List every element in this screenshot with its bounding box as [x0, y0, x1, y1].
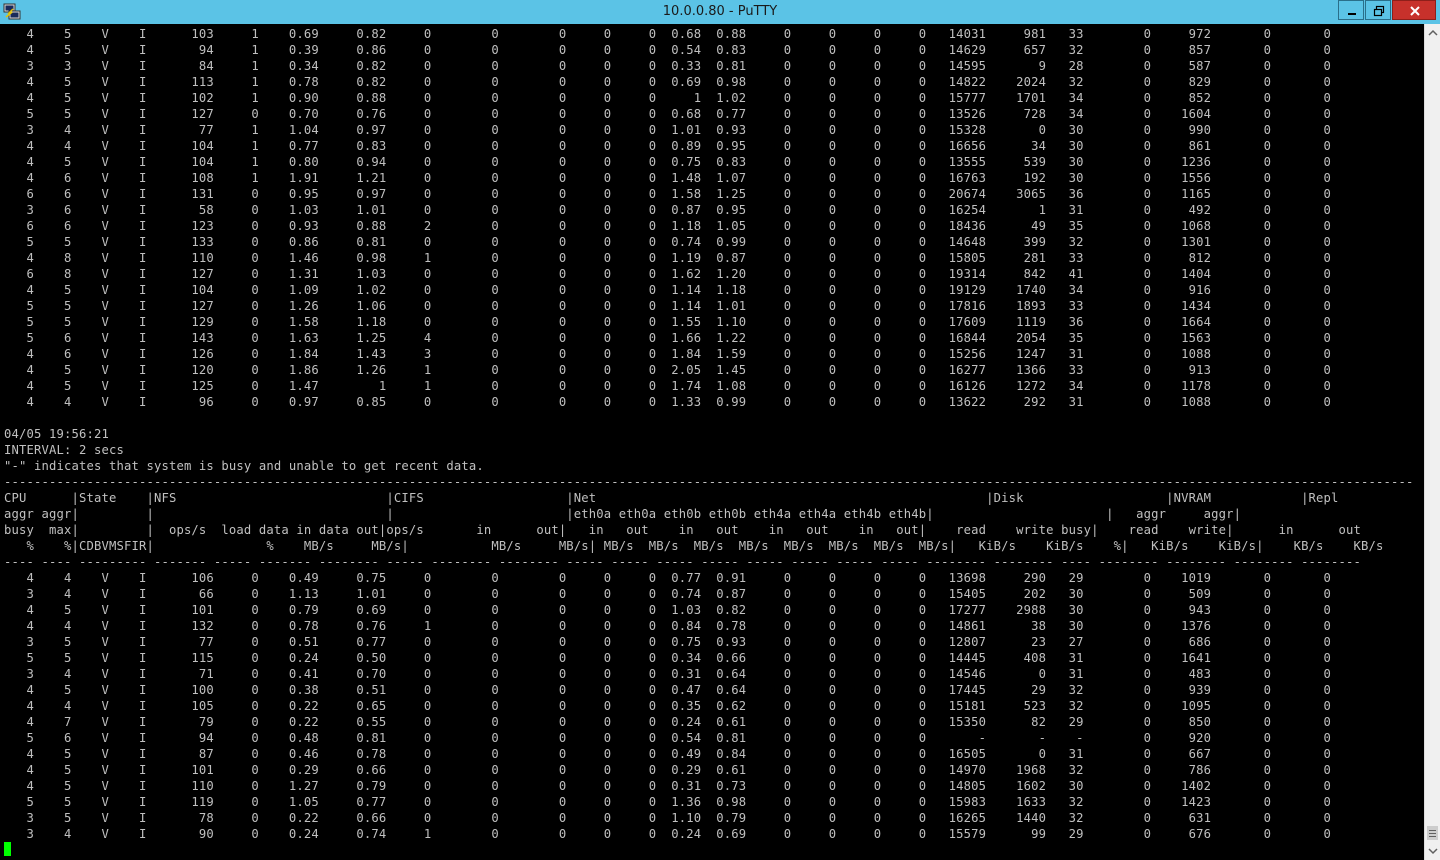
terminal-line: 4 6 V I 126 0 1.84 1.43 3 0 0 0 0 1.84 1… [4, 347, 1332, 361]
terminal-line: 5 5 V I 127 0 1.26 1.06 0 0 0 0 0 1.14 1… [4, 299, 1332, 313]
scroll-up-icon[interactable] [1428, 28, 1438, 38]
terminal-line: 4 6 V I 108 1 1.91 1.21 0 0 0 0 0 1.48 1… [4, 171, 1332, 185]
terminal-line: 4 5 V I 120 0 1.86 1.26 1 0 0 0 0 2.05 1… [4, 363, 1332, 377]
close-icon [1410, 6, 1420, 16]
terminal-line: 3 6 V I 58 0 1.03 1.01 0 0 0 0 0 0.87 0.… [4, 203, 1332, 217]
terminal-line: 4 8 V I 110 0 1.46 0.98 1 0 0 0 0 1.19 0… [4, 251, 1332, 265]
terminal-line: 3 5 V I 78 0 0.22 0.66 0 0 0 0 0 1.10 0.… [4, 811, 1332, 825]
terminal-line: 4 5 V I 125 0 1.47 1 1 0 0 0 0 1.74 1.08… [4, 379, 1332, 393]
terminal-line: 3 5 V I 77 0 0.51 0.77 0 0 0 0 0 0.75 0.… [4, 635, 1332, 649]
terminal-line: 4 4 V I 106 0 0.49 0.75 0 0 0 0 0 0.77 0… [4, 571, 1332, 585]
scroll-thumb[interactable] [1427, 826, 1438, 840]
window-title: 10.0.0.80 - PuTTY [662, 4, 778, 19]
terminal-line: 4 5 V I 101 0 0.79 0.69 0 0 0 0 0 1.03 0… [4, 603, 1332, 617]
terminal-line: 6 6 V I 123 0 0.93 0.88 2 0 0 0 0 1.18 1… [4, 219, 1332, 233]
terminal-line: 3 3 V I 84 1 0.34 0.82 0 0 0 0 0 0.33 0.… [4, 59, 1332, 73]
terminal-line: ---- ---- --------- ------- ----- ------… [4, 555, 1362, 569]
terminal-line: CPU |State |NFS |CIFS |Net |Disk |NVRAM … [4, 491, 1339, 505]
terminal-line: 5 6 V I 143 0 1.63 1.25 4 0 0 0 0 1.66 1… [4, 331, 1332, 345]
minimize-icon [1348, 13, 1356, 15]
scroll-down-icon[interactable] [1428, 846, 1438, 856]
terminal-line: 4 5 V I 113 1 0.78 0.82 0 0 0 0 0 0.69 0… [4, 75, 1332, 89]
close-button[interactable] [1392, 0, 1436, 20]
terminal-line: 4 4 V I 96 0 0.97 0.85 0 0 0 0 0 1.33 0.… [4, 395, 1332, 409]
window-titlebar[interactable]: 10.0.0.80 - PuTTY [0, 0, 1440, 24]
terminal-line: 6 8 V I 127 0 1.31 1.03 0 0 0 0 0 1.62 1… [4, 267, 1332, 281]
terminal-line: busy max| | ops/s load data in data out|… [4, 523, 1362, 537]
terminal-line: 3 4 V I 71 0 0.41 0.70 0 0 0 0 0 0.31 0.… [4, 667, 1332, 681]
terminal-line: 3 4 V I 66 0 1.13 1.01 0 0 0 0 0 0.74 0.… [4, 587, 1332, 601]
restore-button[interactable] [1365, 0, 1391, 20]
terminal-line: INTERVAL: 2 secs [4, 443, 124, 457]
terminal-line: % %|CDBVMSFIR| % MB/s MB/s| MB/s MB/s| M… [4, 539, 1384, 553]
terminal-line: 4 5 V I 87 0 0.46 0.78 0 0 0 0 0 0.49 0.… [4, 747, 1332, 761]
terminal-line: 4 4 V I 105 0 0.22 0.65 0 0 0 0 0 0.35 0… [4, 699, 1332, 713]
terminal-line: 4 5 V I 110 0 1.27 0.79 0 0 0 0 0 0.31 0… [4, 779, 1332, 793]
terminal-line: 5 5 V I 115 0 0.24 0.50 0 0 0 0 0 0.34 0… [4, 651, 1332, 665]
restore-icon [1373, 5, 1385, 17]
terminal-line: aggr aggr| | | |eth0a eth0a eth0b eth0b … [4, 507, 1242, 521]
terminal-output[interactable]: 4 5 V I 103 1 0.69 0.82 0 0 0 0 0 0.68 0… [0, 24, 1424, 860]
terminal-line: 3 4 V I 90 0 0.24 0.74 1 0 0 0 0 0.24 0.… [4, 827, 1332, 841]
terminal-line: 6 6 V I 131 0 0.95 0.97 0 0 0 0 0 1.58 1… [4, 187, 1332, 201]
terminal-line: 4 5 V I 100 0 0.38 0.51 0 0 0 0 0 0.47 0… [4, 683, 1332, 697]
terminal-line: 4 5 V I 101 0 0.29 0.66 0 0 0 0 0 0.29 0… [4, 763, 1332, 777]
terminal-line: 4 5 V I 102 1 0.90 0.88 0 0 0 0 0 1 1.02… [4, 91, 1332, 105]
text-cursor [4, 842, 11, 856]
terminal-line: 4 5 V I 104 0 1.09 1.02 0 0 0 0 0 1.14 1… [4, 283, 1332, 297]
terminal-line: 5 5 V I 129 0 1.58 1.18 0 0 0 0 0 1.55 1… [4, 315, 1332, 329]
terminal-line: 4 7 V I 79 0 0.22 0.55 0 0 0 0 0 0.24 0.… [4, 715, 1332, 729]
terminal-line: 4 4 V I 104 1 0.77 0.83 0 0 0 0 0 0.89 0… [4, 139, 1332, 153]
terminal-line: 04/05 19:56:21 [4, 427, 109, 441]
terminal-line: "-" indicates that system is busy and un… [4, 459, 484, 473]
terminal-line: 5 6 V I 94 0 0.48 0.81 0 0 0 0 0 0.54 0.… [4, 731, 1332, 745]
terminal-line: 5 5 V I 119 0 1.05 0.77 0 0 0 0 0 1.36 0… [4, 795, 1332, 809]
terminal-line: ----------------------------------------… [4, 475, 1414, 489]
terminal-line: 4 5 V I 103 1 0.69 0.82 0 0 0 0 0 0.68 0… [4, 27, 1332, 41]
minimize-button[interactable] [1338, 0, 1364, 20]
terminal-line: 4 5 V I 94 1 0.39 0.86 0 0 0 0 0 0.54 0.… [4, 43, 1332, 57]
vertical-scrollbar[interactable] [1424, 24, 1440, 860]
terminal-line: 5 5 V I 133 0 0.86 0.81 0 0 0 0 0 0.74 0… [4, 235, 1332, 249]
terminal-line: 5 5 V I 127 0 0.70 0.76 0 0 0 0 0 0.68 0… [4, 107, 1332, 121]
terminal-line: 4 5 V I 104 1 0.80 0.94 0 0 0 0 0 0.75 0… [4, 155, 1332, 169]
terminal-line: 4 4 V I 132 0 0.78 0.76 1 0 0 0 0 0.84 0… [4, 619, 1332, 633]
terminal-line: 3 4 V I 77 1 1.04 0.97 0 0 0 0 0 1.01 0.… [4, 123, 1332, 137]
